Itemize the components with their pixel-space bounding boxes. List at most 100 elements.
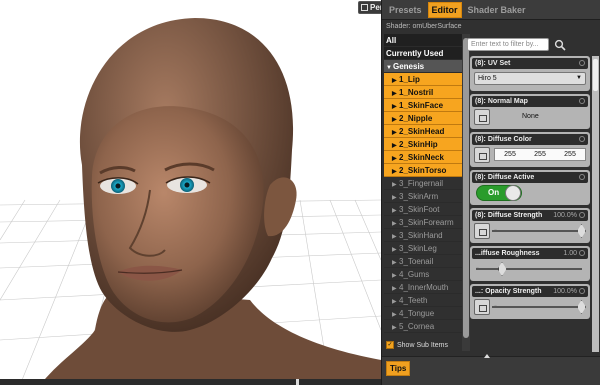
expand-right-icon[interactable]: ▶	[392, 283, 399, 293]
image-map-button[interactable]	[474, 109, 490, 125]
surface-list-item[interactable]: ▶ 2_SkinTorso	[384, 164, 462, 177]
normal-map-value: None	[522, 113, 539, 120]
color-value-field[interactable]: 255 255 255	[494, 148, 586, 161]
uv-set-value: Hiro 5	[478, 75, 497, 82]
tab-editor[interactable]: Editor	[427, 1, 462, 18]
surface-list-item[interactable]: ▶ 3_SkinArm	[384, 190, 462, 203]
expand-right-icon[interactable]: ▶	[392, 257, 399, 267]
diffuse-active-toggle[interactable]: On	[476, 185, 522, 201]
expand-right-icon[interactable]: ▶	[392, 140, 399, 150]
scrollbar-thumb[interactable]	[463, 38, 469, 338]
reset-dot-icon[interactable]	[579, 212, 585, 218]
uv-set-dropdown[interactable]: Hiro 5 ▼	[474, 72, 586, 85]
property-value: 100.0%	[553, 288, 577, 295]
collapse-arrow-icon[interactable]	[484, 354, 490, 358]
slider-knob[interactable]	[497, 262, 507, 276]
expand-right-icon[interactable]: ▶	[392, 309, 399, 319]
surface-list-item-label: Currently Used	[386, 49, 444, 58]
expand-right-icon[interactable]: ▶	[392, 231, 399, 241]
reset-dot-icon[interactable]	[579, 288, 585, 294]
expand-right-icon[interactable]: ▶	[392, 244, 399, 254]
surface-list-item[interactable]: ▶ 2_SkinHip	[384, 138, 462, 151]
checkbox-checked-icon[interactable]: ✓	[386, 341, 394, 349]
surface-list-item[interactable]: ▶ 2_SkinNeck	[384, 151, 462, 164]
slider-knob[interactable]	[577, 300, 586, 314]
reset-dot-icon[interactable]	[579, 174, 585, 180]
slider-track[interactable]	[492, 230, 582, 232]
surface-list-item-label: All	[386, 36, 397, 45]
toggle-knob[interactable]	[505, 185, 521, 201]
expand-right-icon[interactable]: ▶	[392, 192, 399, 202]
surface-list-scrollbar[interactable]	[462, 34, 470, 351]
surface-list-item-label: 4_Teeth	[399, 296, 428, 305]
expand-right-icon[interactable]: ▶	[392, 179, 399, 189]
slider-track[interactable]	[476, 268, 582, 270]
property-value: 100.0%	[553, 212, 577, 219]
search-icon[interactable]	[554, 39, 566, 51]
surface-list-item[interactable]: ▶ 3_SkinFoot	[384, 203, 462, 216]
reset-dot-icon[interactable]	[579, 250, 585, 256]
surface-list-item[interactable]: ▶ 4_Teeth	[384, 294, 462, 307]
image-map-button[interactable]	[474, 223, 490, 239]
tips-button[interactable]: Tips	[386, 361, 411, 376]
expand-right-icon[interactable]: ▶	[392, 296, 399, 306]
expand-right-icon[interactable]: ▶	[392, 127, 399, 137]
surface-list-item[interactable]: ▼Genesis	[384, 60, 462, 73]
expand-right-icon[interactable]: ▶	[392, 114, 399, 124]
image-map-button[interactable]	[474, 147, 490, 163]
color-red-value: 255	[504, 151, 516, 158]
timeline-marker[interactable]	[296, 379, 299, 385]
surface-list-item[interactable]: ▶ 3_SkinHand	[384, 229, 462, 242]
camera-select-button[interactable]: Pers	[358, 1, 381, 14]
surface-list-item[interactable]: ▶ 4_Tongue	[384, 307, 462, 320]
expand-right-icon[interactable]: ▶	[392, 153, 399, 163]
chevron-down-icon: ▼	[576, 75, 582, 81]
scrollbar-thumb[interactable]	[593, 59, 598, 91]
panel-tabs: Presets Editor Shader Baker	[382, 0, 600, 20]
surface-list-item-label: 2_SkinTorso	[399, 166, 447, 175]
surface-list-item[interactable]: ▶ 3_Toenail	[384, 255, 462, 268]
surface-list-item[interactable]: Currently Used	[384, 47, 462, 60]
surface-list-item-label: 2_SkinHead	[399, 127, 445, 136]
expand-down-icon[interactable]: ▼	[386, 62, 393, 72]
surface-list-item[interactable]: ▶ 2_Nipple	[384, 112, 462, 125]
reset-dot-icon[interactable]	[579, 60, 585, 66]
surface-list-item[interactable]: ▶ 3_Fingernail	[384, 177, 462, 190]
surface-list-item[interactable]: ▶ 1_Nostril	[384, 86, 462, 99]
surface-list-item[interactable]: ▶ 1_Lip	[384, 73, 462, 86]
surface-list-item[interactable]: ▶ 2_SkinHead	[384, 125, 462, 138]
3d-viewport[interactable]: Pers	[0, 0, 381, 385]
slider-track[interactable]	[492, 306, 582, 308]
gear-icon[interactable]	[579, 136, 585, 142]
surface-list-item[interactable]: ▶ 4_Gums	[384, 268, 462, 281]
expand-right-icon[interactable]: ▶	[392, 166, 399, 176]
property-title: ...iffuse Roughness	[475, 250, 540, 257]
expand-right-icon[interactable]: ▶	[392, 205, 399, 215]
expand-right-icon[interactable]: ▶	[392, 270, 399, 280]
reset-dot-icon[interactable]	[579, 98, 585, 104]
expand-right-icon[interactable]: ▶	[392, 101, 399, 111]
slider-knob[interactable]	[577, 224, 586, 238]
property-title: (8): Diffuse Color	[475, 136, 532, 143]
expand-right-icon[interactable]: ▶	[392, 322, 399, 332]
surface-list-item[interactable]: ▶ 1_SkinFace	[384, 99, 462, 112]
image-map-button[interactable]	[474, 299, 490, 315]
surface-list-item[interactable]: ▶ 3_SkinForearm	[384, 216, 462, 229]
surface-list[interactable]: All Currently Used ▼Genesis ▶ 1_Lip ▶ 1_Nostri…	[384, 34, 462, 351]
expand-right-icon[interactable]: ▶	[392, 75, 399, 85]
scene-render	[0, 18, 381, 385]
viewport-timeline-bar	[0, 379, 381, 385]
show-sub-items-toggle[interactable]: ✓ Show Sub Items	[386, 341, 448, 349]
filter-input[interactable]: Enter text to filter by...	[467, 38, 549, 51]
tab-presets[interactable]: Presets	[386, 3, 425, 17]
tab-shader-baker[interactable]: Shader Baker	[465, 3, 529, 17]
surface-list-item[interactable]: ▶ 4_InnerMouth	[384, 281, 462, 294]
surface-list-item-label: 1_Nostril	[399, 88, 434, 97]
surface-list-item[interactable]: All	[384, 34, 462, 47]
expand-right-icon[interactable]: ▶	[392, 218, 399, 228]
property-scrollbar[interactable]	[592, 56, 599, 352]
expand-right-icon[interactable]: ▶	[392, 88, 399, 98]
surface-list-item[interactable]: ▶ 3_SkinLeg	[384, 242, 462, 255]
surface-list-item[interactable]: ▶ 5_Cornea	[384, 320, 462, 333]
property-diffuse-active: (8): Diffuse Active On	[470, 170, 590, 205]
